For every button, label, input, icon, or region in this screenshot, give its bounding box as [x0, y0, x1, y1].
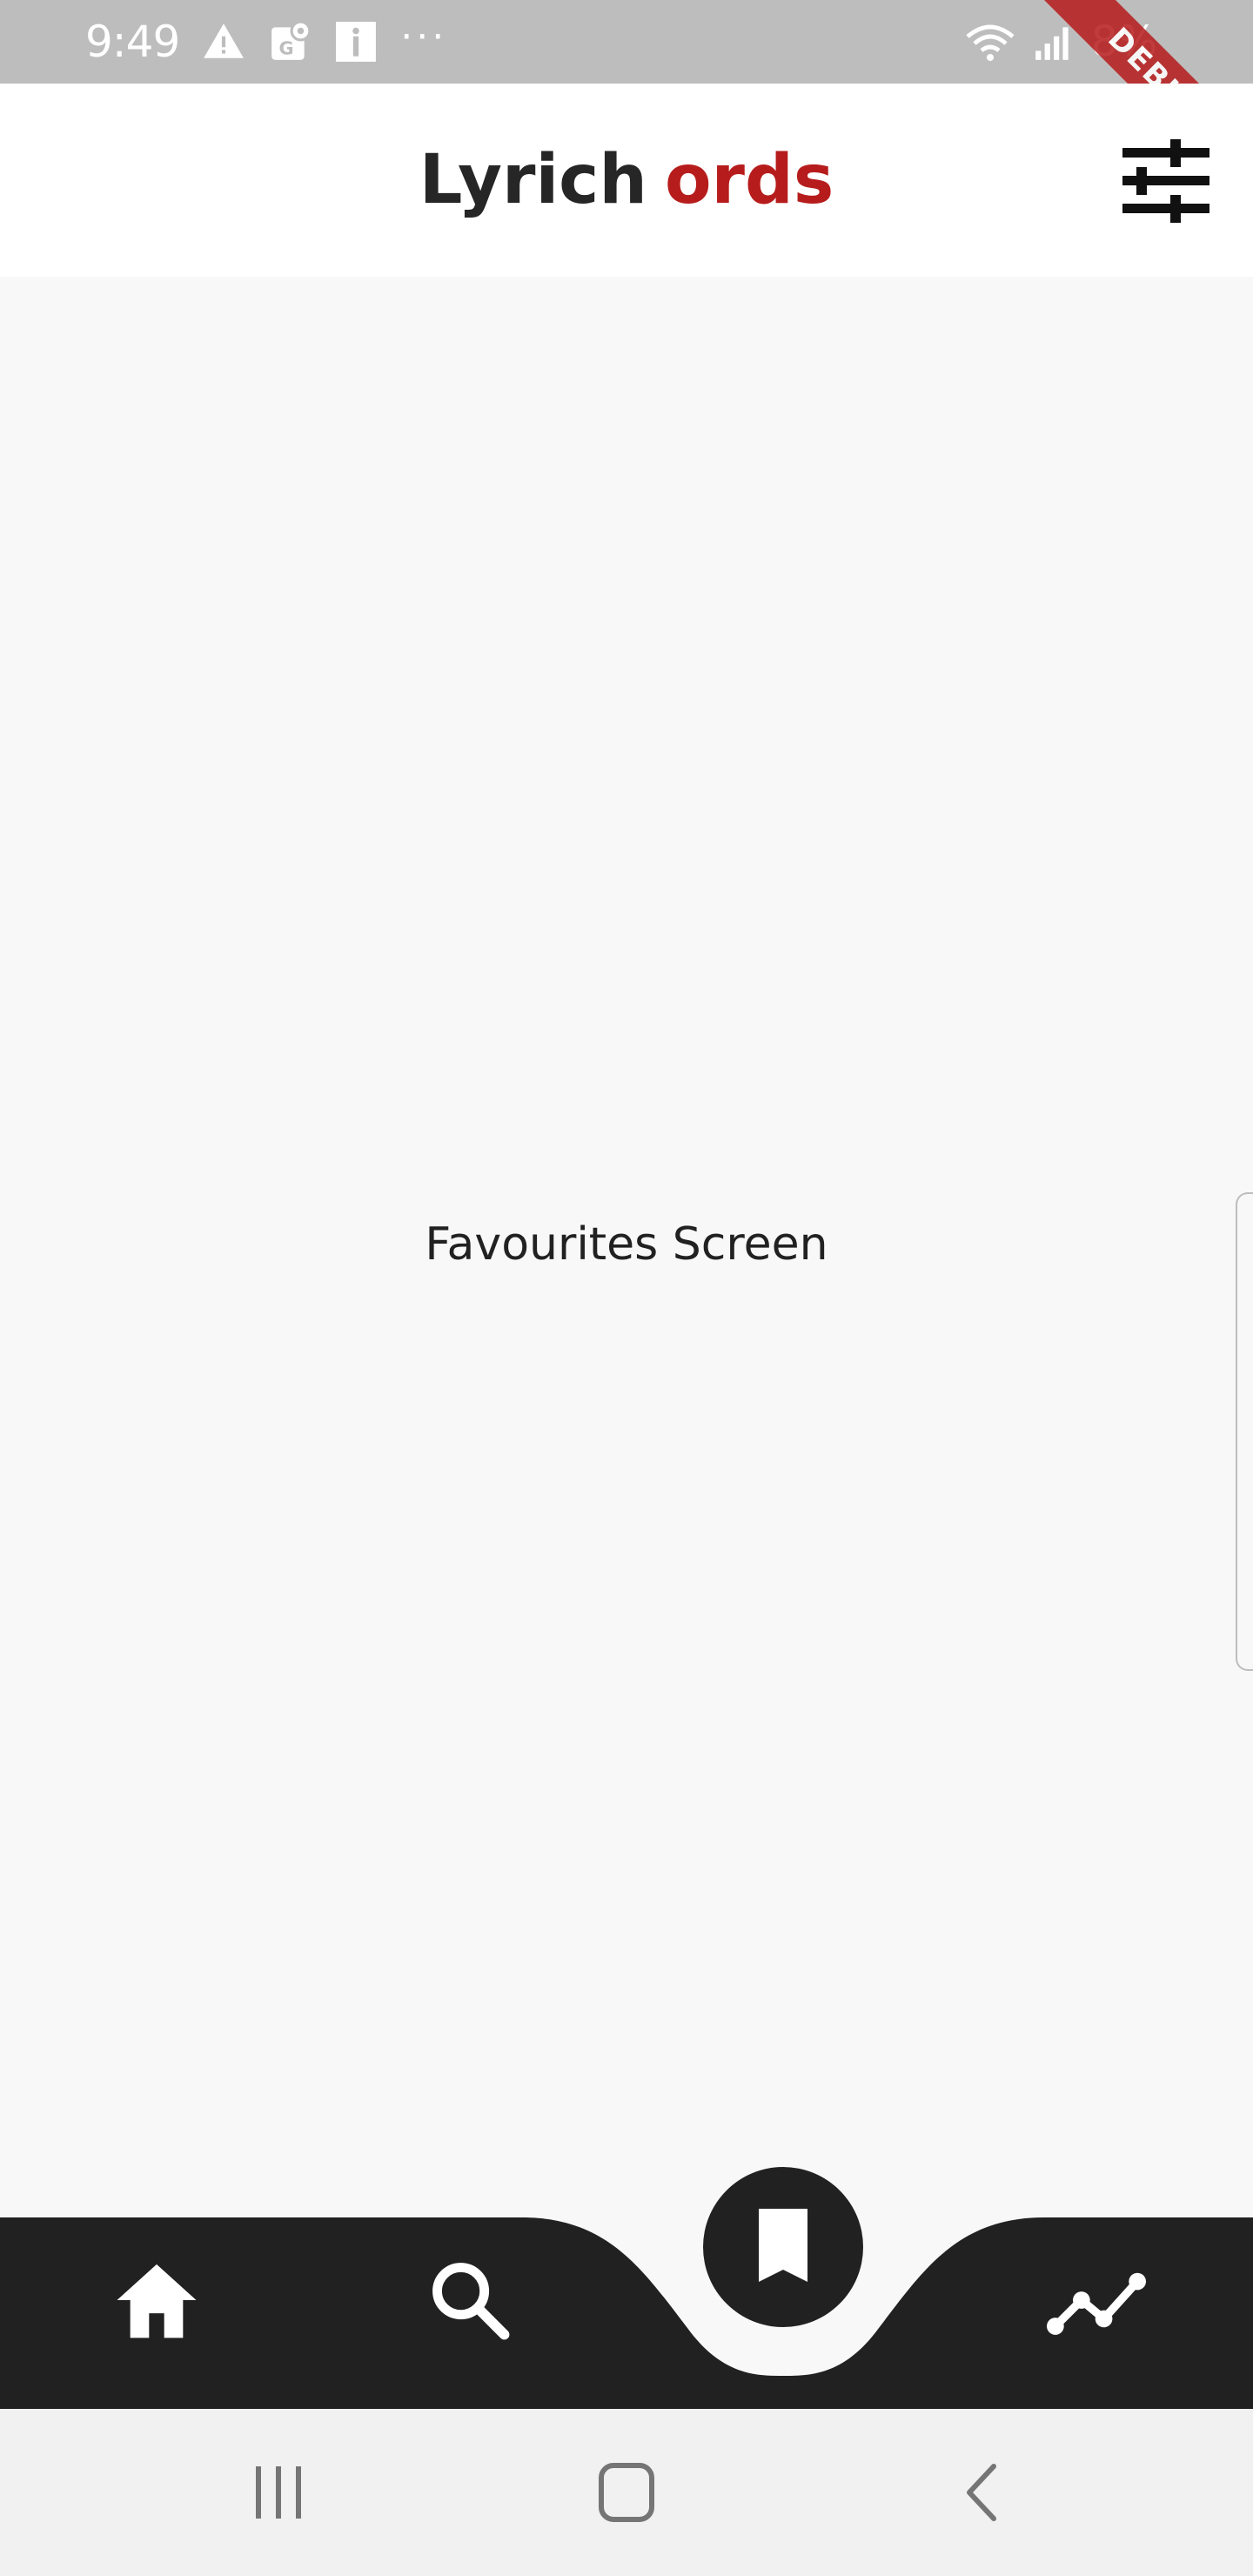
- logo-part-1: Lyrich: [419, 141, 647, 219]
- search-icon: [426, 2257, 513, 2348]
- edge-panel-handle[interactable]: [1236, 1192, 1253, 1671]
- status-left: 9:49 G ···: [85, 0, 447, 84]
- back-icon: [948, 2464, 1018, 2527]
- filter-button[interactable]: [1122, 139, 1209, 223]
- home-button[interactable]: [592, 2461, 661, 2524]
- more-notifications: ···: [400, 14, 448, 59]
- nav-home[interactable]: [104, 2254, 209, 2350]
- recents-button[interactable]: [244, 2461, 313, 2524]
- warning-icon: [202, 20, 245, 64]
- status-time: 9:49: [85, 17, 180, 67]
- signal-icon: [1032, 20, 1075, 64]
- bottom-navigation: [0, 2167, 1253, 2409]
- recents-icon: [244, 2466, 313, 2527]
- tune-icon: [1122, 139, 1209, 226]
- app-logo: Lyrich ords: [0, 84, 1253, 277]
- info-icon: [334, 20, 378, 64]
- wifi-icon: [964, 20, 1016, 64]
- favourites-screen-label: Favourites Screen: [425, 1218, 828, 1271]
- logo-part-2: ords: [664, 141, 834, 219]
- bookmark-icon: [741, 2204, 825, 2291]
- nav-search[interactable]: [418, 2254, 522, 2350]
- trending-icon: [1044, 2263, 1149, 2342]
- home-icon: [111, 2255, 202, 2350]
- app-bar: Lyrich ords: [0, 84, 1253, 277]
- nav-trending[interactable]: [1044, 2254, 1149, 2350]
- system-navigation-bar: [0, 2409, 1253, 2576]
- svg-text:G: G: [279, 38, 294, 59]
- home-button-icon: [592, 2463, 661, 2527]
- map-icon: G: [268, 20, 312, 64]
- back-button[interactable]: [948, 2461, 1018, 2524]
- nav-favourites[interactable]: [703, 2167, 863, 2327]
